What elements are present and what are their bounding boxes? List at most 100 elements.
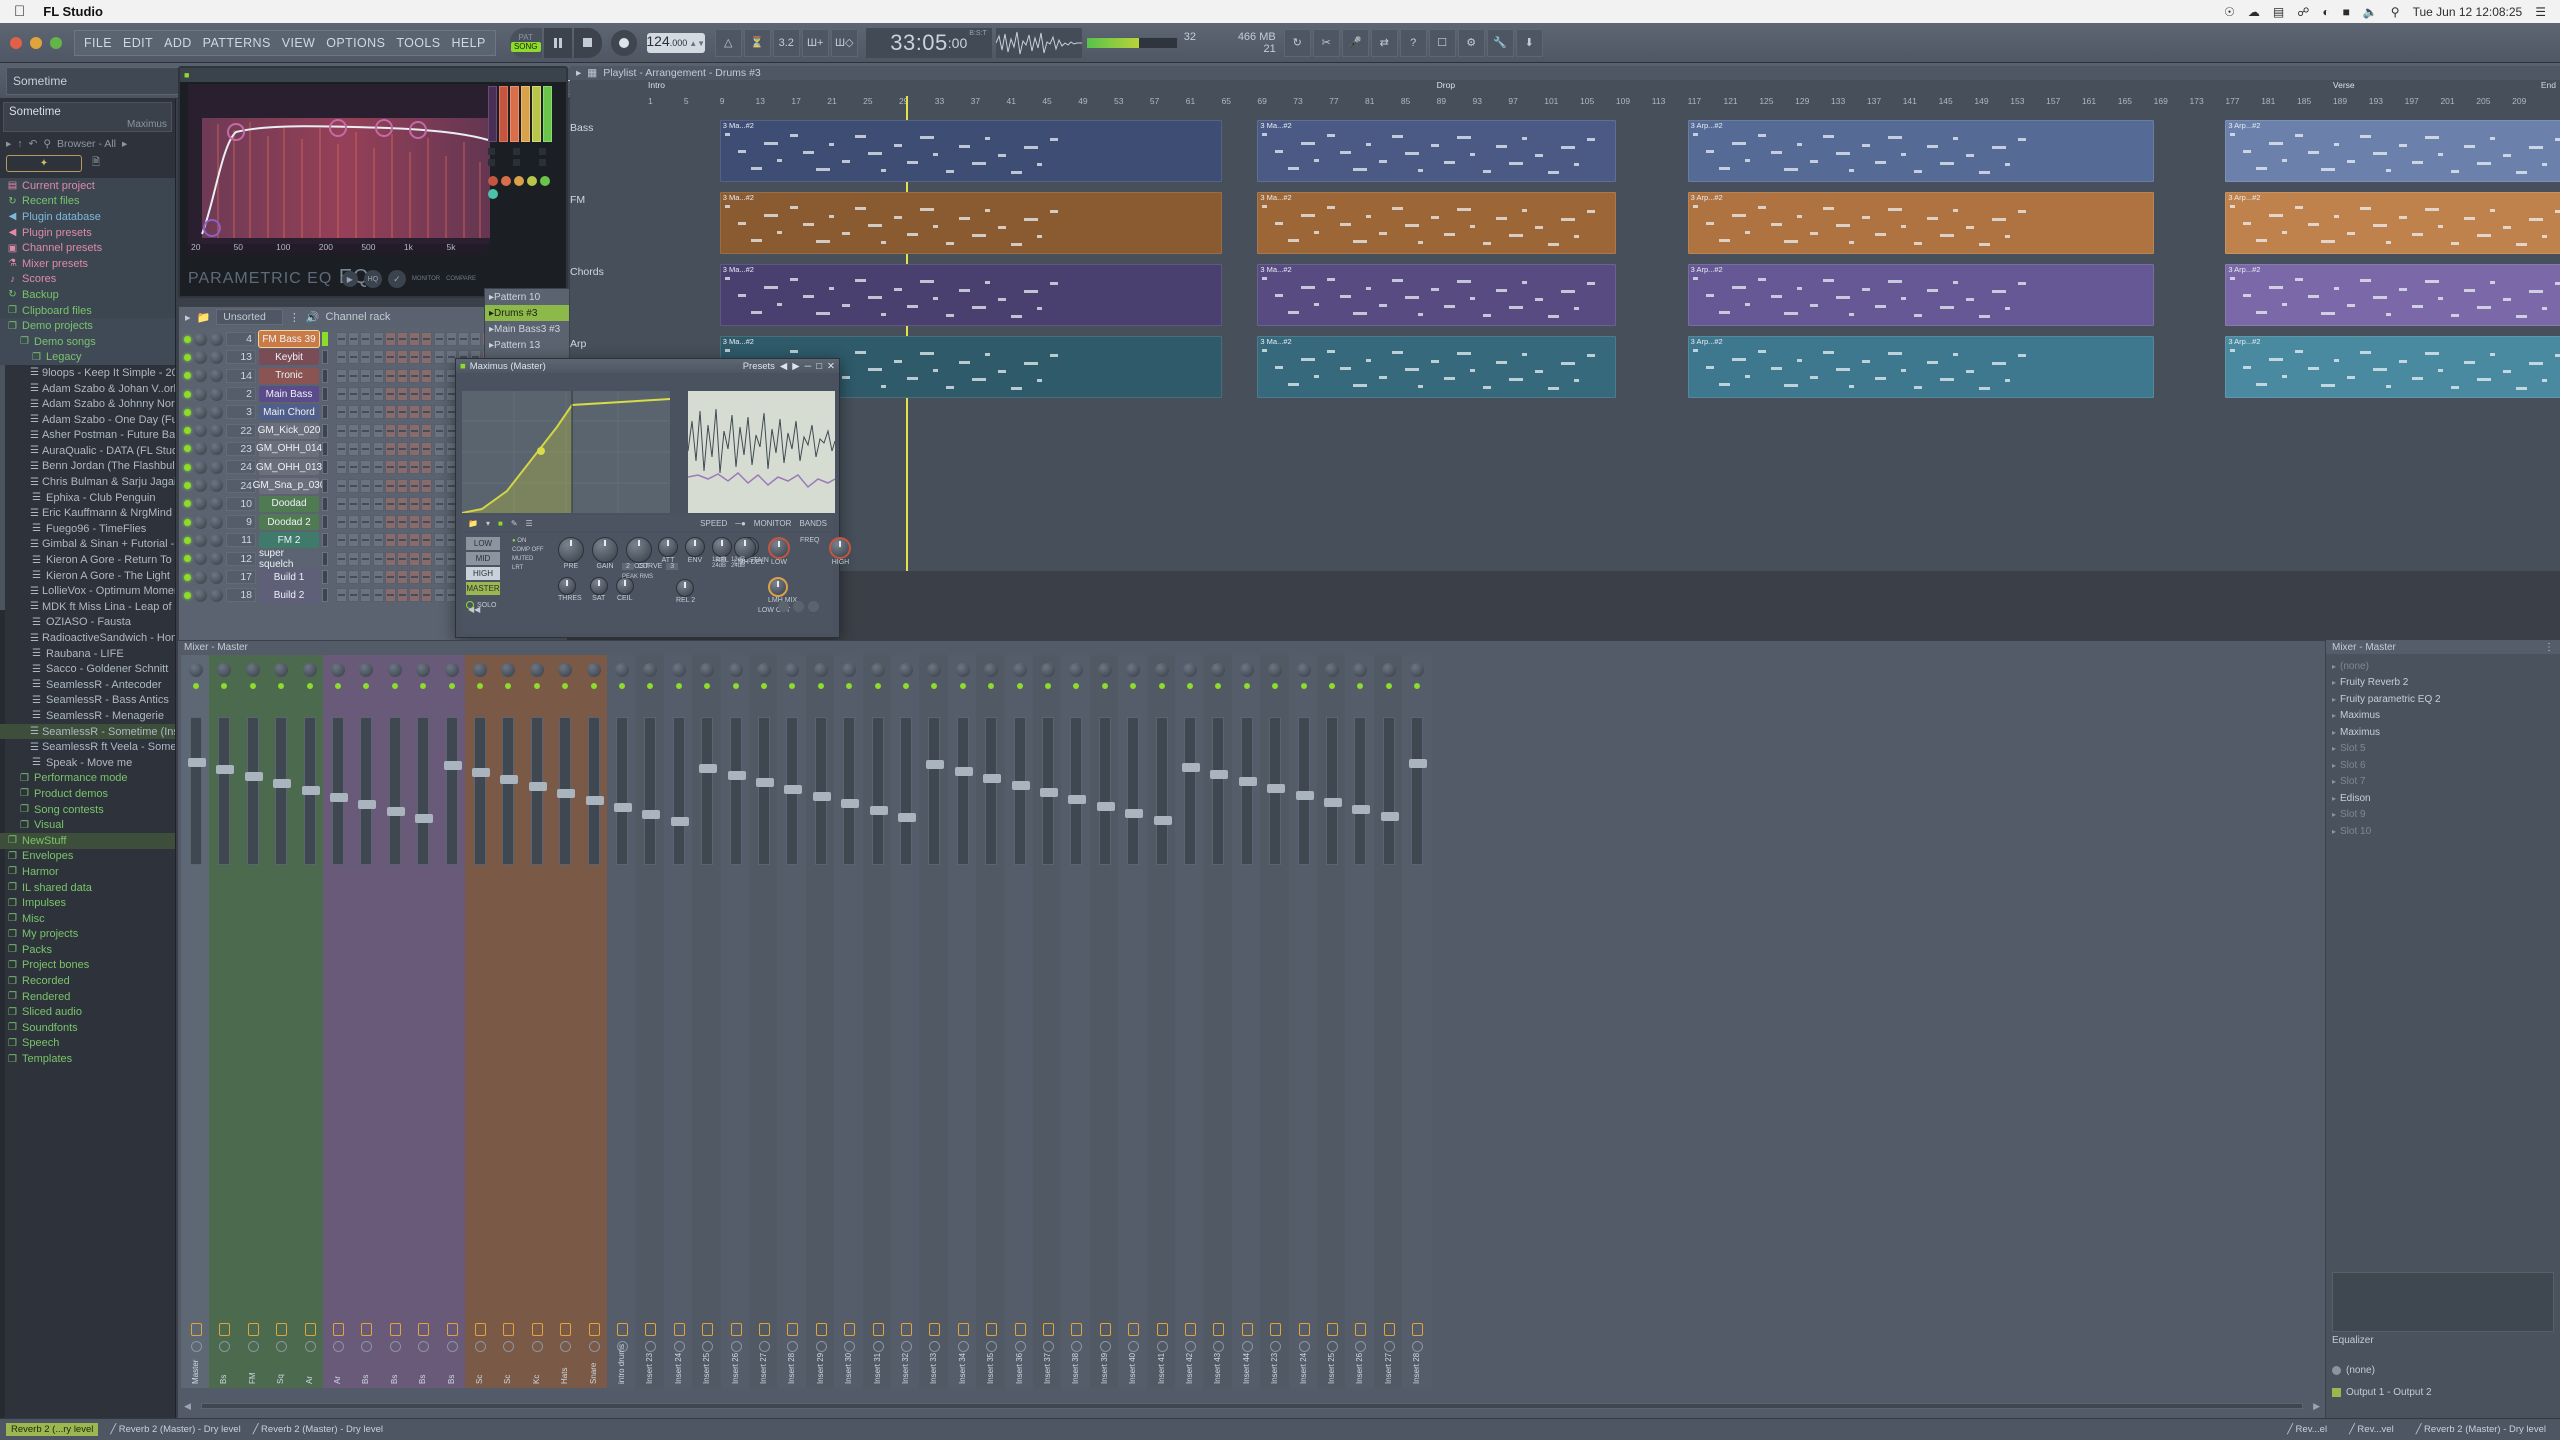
playlist-clip[interactable]: 3 Arp...#2: [1687, 264, 2154, 326]
step-button[interactable]: [433, 405, 445, 420]
fader-handle[interactable]: [1125, 809, 1144, 818]
strip-fader[interactable]: [1153, 717, 1172, 865]
play-icon[interactable]: ▶: [341, 271, 358, 287]
playlist-clip[interactable]: 3 Ma...#2: [1257, 120, 1616, 182]
strip-fader[interactable]: [386, 717, 405, 865]
browser-item[interactable]: ❐ Visual: [0, 817, 175, 833]
mixer-strip[interactable]: Bs: [379, 655, 410, 1388]
browser-item[interactable]: ❐ Sliced audio: [0, 1004, 175, 1020]
strip-fader[interactable]: [614, 717, 632, 865]
strip-pan-knob[interactable]: [927, 663, 942, 677]
strip-fader[interactable]: [1352, 717, 1371, 865]
channel-volume-knob[interactable]: [210, 350, 223, 364]
mixer-strip[interactable]: Hats: [550, 655, 581, 1388]
chevron-right-icon[interactable]: ▸: [2332, 678, 2336, 687]
channel-pan-knob[interactable]: [194, 552, 207, 566]
file-icon[interactable]: ☐: [1428, 28, 1456, 57]
maximus-speed-slider[interactable]: ─●: [735, 519, 746, 528]
playlist-track-label[interactable]: Arp: [570, 338, 648, 350]
step-button[interactable]: [409, 496, 421, 511]
chevron-right-icon[interactable]: ▸: [2332, 777, 2336, 786]
step-button[interactable]: [336, 350, 347, 365]
channel-pan-knob[interactable]: [194, 442, 207, 456]
strip-pan-knob[interactable]: [473, 663, 487, 677]
fader-handle[interactable]: [614, 803, 632, 812]
mixer-strip[interactable]: FM: [237, 655, 268, 1388]
strip-led-icon[interactable]: [1329, 683, 1335, 689]
step-button[interactable]: [433, 423, 445, 438]
lmh-mix-knob[interactable]: [768, 577, 788, 597]
step-button[interactable]: [336, 405, 347, 420]
mixer-strip[interactable]: Insert 23: [635, 655, 666, 1388]
strip-led-icon[interactable]: [221, 683, 228, 689]
step-button[interactable]: [384, 496, 396, 511]
step-button[interactable]: [336, 368, 347, 383]
mixer-strip[interactable]: Insert 32: [891, 655, 921, 1388]
maximus-bands-label[interactable]: BANDS: [799, 519, 827, 528]
mixer-strip[interactable]: Insert 28: [777, 655, 808, 1388]
channel-name[interactable]: Main Bass: [259, 386, 319, 403]
strip-fader[interactable]: [670, 717, 689, 865]
maximize-icon[interactable]: □: [816, 361, 822, 372]
effect-slot[interactable]: ▸ Maximus: [2326, 724, 2560, 741]
browser-item[interactable]: ❐ Clipboard files: [0, 302, 175, 319]
playlist-clip[interactable]: 3 Arp...#2: [2225, 120, 2560, 182]
mixer-scroll-left-icon[interactable]: ◀: [184, 1401, 191, 1412]
fader-handle[interactable]: [1068, 795, 1087, 804]
fader-handle[interactable]: [273, 779, 292, 788]
step-button[interactable]: [396, 515, 408, 530]
channel-number[interactable]: 23: [226, 441, 256, 456]
channel-name[interactable]: Keybit: [259, 349, 319, 366]
browser-tab-all[interactable]: ✦: [6, 154, 82, 172]
channel-pan-knob[interactable]: [194, 369, 207, 383]
step-button[interactable]: [372, 551, 384, 566]
browser-item[interactable]: ❐ IL shared data: [0, 880, 175, 896]
step-button[interactable]: [421, 515, 433, 530]
strip-pan-knob[interactable]: [1239, 663, 1254, 677]
strip-led-icon[interactable]: [988, 683, 995, 689]
fader-handle[interactable]: [1380, 812, 1399, 821]
playlist-track-row[interactable]: 3 Ma...#23 Ma...#23 Arp...#23 Arp...#2TE…: [648, 334, 2560, 402]
maximus-presets-label[interactable]: Presets: [743, 361, 775, 372]
channel-select-indicator[interactable]: [322, 332, 328, 347]
undo-icon[interactable]: ↻: [1283, 28, 1311, 57]
settings-icon[interactable]: ⚙: [1457, 28, 1485, 57]
channel-select-indicator[interactable]: [322, 496, 328, 511]
step-button[interactable]: [384, 570, 396, 584]
channel-name[interactable]: Doodad: [259, 495, 319, 512]
channel-number[interactable]: 9: [226, 515, 256, 530]
export-icon[interactable]: ⬇: [1515, 28, 1543, 57]
fader-handle[interactable]: [1324, 798, 1342, 807]
channel-volume-knob[interactable]: [210, 424, 223, 438]
strip-led-icon[interactable]: [1385, 683, 1392, 689]
mixer-strip[interactable]: Bs: [209, 655, 240, 1388]
step-button[interactable]: [409, 368, 421, 383]
step-button[interactable]: [360, 441, 372, 456]
step-button[interactable]: [372, 460, 384, 475]
mixer-rack-menu-icon[interactable]: ⋮: [2544, 642, 2554, 653]
fader-handle[interactable]: [443, 761, 462, 770]
strip-pan-knob[interactable]: [813, 663, 828, 677]
fader-handle[interactable]: [1153, 816, 1172, 825]
browser-item[interactable]: ☰ Asher Postman - Future Bass: [0, 428, 175, 444]
playlist-track-label[interactable]: Chords: [570, 266, 648, 278]
strip-fader[interactable]: [1295, 717, 1314, 865]
channel-pan-knob[interactable]: [194, 460, 207, 474]
channel-name[interactable]: super squelch: [259, 548, 319, 570]
channel-name[interactable]: Main Chord: [259, 404, 319, 421]
mixer-strip[interactable]: Insert 34: [947, 655, 978, 1388]
curve-value-1[interactable]: 2: [622, 563, 634, 570]
fader-handle[interactable]: [358, 800, 377, 809]
step-button[interactable]: [409, 551, 421, 566]
strip-pan-knob[interactable]: [842, 663, 857, 677]
strip-fader[interactable]: [812, 717, 831, 865]
effect-slot[interactable]: ▸ Fruity Reverb 2: [2326, 675, 2560, 692]
fader-handle[interactable]: [500, 775, 519, 784]
browser-item[interactable]: ☰ Raubana - LIFE: [0, 646, 175, 662]
step-button[interactable]: [360, 405, 372, 420]
step-button[interactable]: [396, 460, 408, 475]
browser-item[interactable]: ❐ Legacy: [0, 349, 175, 366]
step-button[interactable]: [433, 551, 445, 566]
search-icon[interactable]: ⚲: [2391, 5, 2400, 19]
channel-name[interactable]: Doodad 2: [259, 514, 319, 531]
